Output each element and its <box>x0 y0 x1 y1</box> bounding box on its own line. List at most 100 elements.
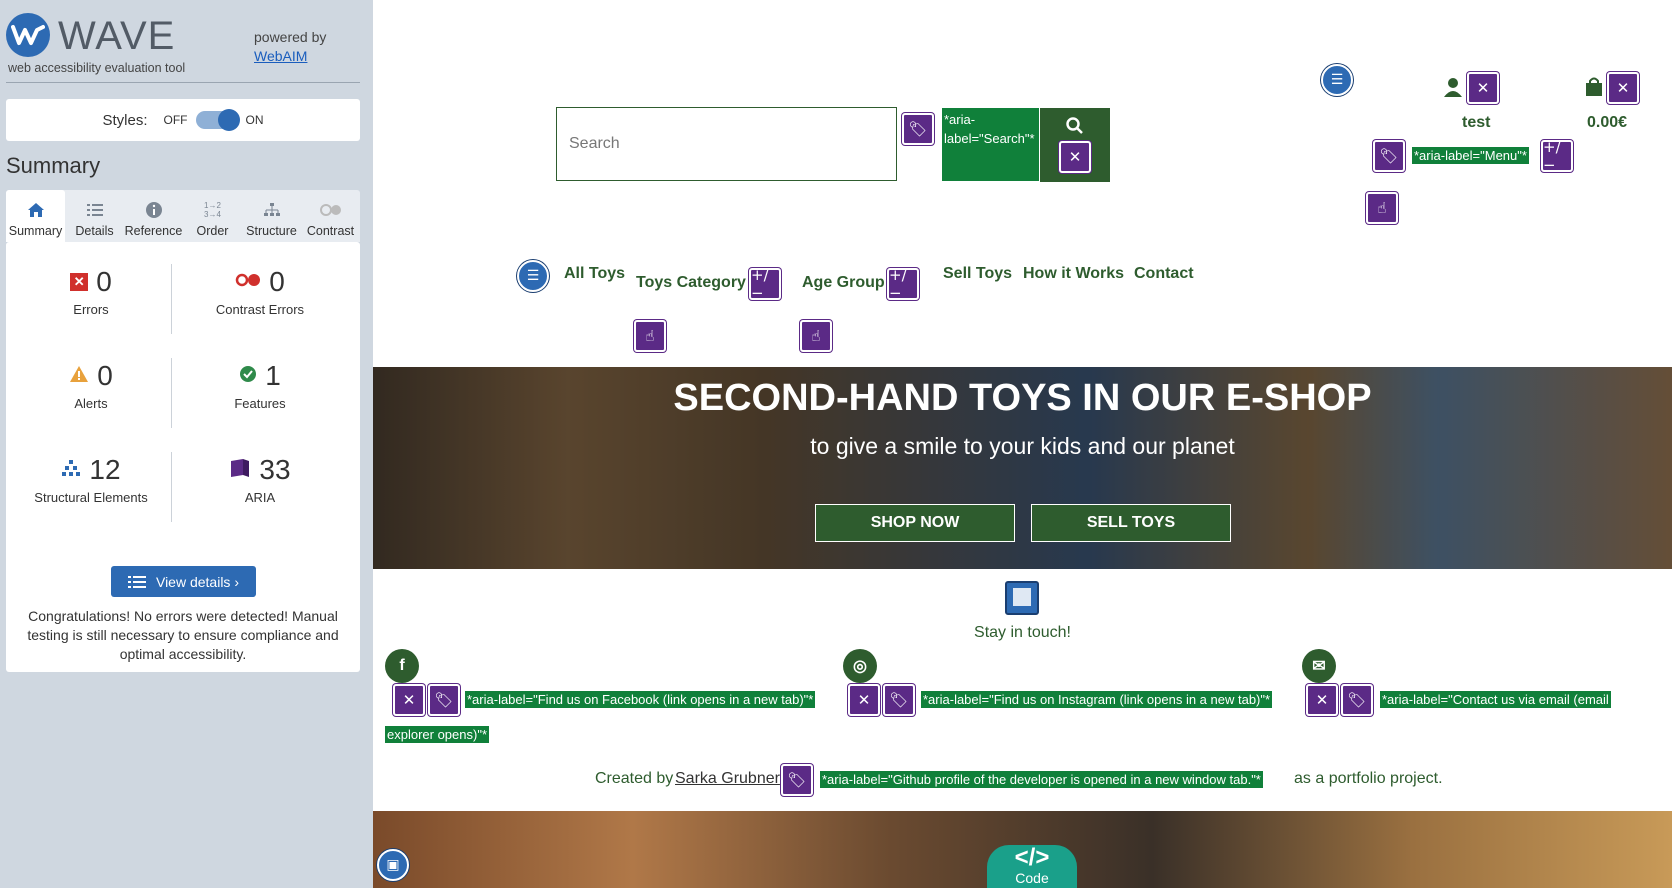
search-button[interactable]: ✕ <box>1040 108 1110 182</box>
aria-expanded-icon: +/− <box>887 266 919 302</box>
code-toggle-button[interactable]: </> Code <box>987 845 1077 888</box>
summary-stats-panel: ✕ 0 Errors 0 Contrast Errors 0 Alerts 1 F… <box>6 242 360 672</box>
tab-details-label: Details <box>75 224 114 238</box>
aria-menu-button-icon[interactable]: ☝ <box>1366 192 1398 224</box>
styles-label: Styles: <box>102 111 148 129</box>
hero-banner: SECOND-HAND TOYS IN OUR E-SHOP to give a… <box>373 367 1672 569</box>
divider <box>171 264 172 334</box>
divider <box>171 358 172 428</box>
instagram-icon[interactable]: ◎ <box>843 649 877 683</box>
features-label: Features <box>234 396 286 411</box>
code-label: Code <box>1015 870 1049 886</box>
search-input[interactable]: Search <box>556 107 897 181</box>
aria-menu-button-icon[interactable]: ☝ <box>634 320 666 352</box>
aria-label-email-continued: explorer opens)"* <box>385 726 490 743</box>
tab-order[interactable]: 1→2 3→4 Order <box>183 190 242 242</box>
nav-toys-category[interactable]: Toys Category <box>636 274 746 292</box>
author-link[interactable]: Sarka Grubner <box>675 770 780 788</box>
home-icon <box>27 198 45 222</box>
tab-structure-label: Structure <box>246 224 297 238</box>
aria-tag-icon: 🏷 <box>1341 684 1373 716</box>
region-icon: ▣ <box>377 849 409 881</box>
tab-order-label: Order <box>196 224 229 238</box>
stat-errors[interactable]: ✕ 0 Errors <box>11 264 171 317</box>
sell-toys-button[interactable]: SELL TOYS <box>1031 504 1231 542</box>
stat-alerts[interactable]: 0 Alerts <box>11 358 171 411</box>
nav-list-icon: ☰ <box>517 260 549 292</box>
aria-tag-icon: 🏷 <box>883 684 915 716</box>
contrast-error-icon <box>235 273 261 292</box>
aria-expanded-icon: +/− <box>749 266 781 302</box>
styles-toggle-panel: Styles: OFF ON <box>6 99 360 141</box>
list-icon <box>127 575 146 588</box>
stat-structural[interactable]: 12 Structural Elements <box>11 452 171 505</box>
view-details-label: View details › <box>155 573 239 590</box>
nav-sell-toys[interactable]: Sell Toys <box>943 265 1012 283</box>
aria-label-instagram: *aria-label="Find us on Instagram (link … <box>921 691 1273 708</box>
aria-tag-icon: 🏷 <box>1373 140 1405 172</box>
stay-in-touch: Stay in touch! <box>974 624 1071 641</box>
webaim-link[interactable]: WebAIM <box>254 48 307 64</box>
nav-age-group[interactable]: Age Group <box>802 274 885 292</box>
alerts-count: 0 <box>97 360 113 391</box>
tab-contrast[interactable]: Contrast <box>301 190 360 242</box>
powered-by-label: powered by <box>254 29 327 45</box>
nav-how-it-works[interactable]: How it Works <box>1023 265 1124 283</box>
wave-sidebar: WAVE web accessibility evaluation tool p… <box>0 0 373 888</box>
hero-title: SECOND-HAND TOYS IN OUR E-SHOP <box>673 377 1372 419</box>
alert-icon <box>69 365 89 388</box>
features-count: 1 <box>265 360 281 391</box>
structural-label: Structural Elements <box>34 490 148 505</box>
wave-logo-text: WAVE <box>58 14 176 58</box>
tab-reference[interactable]: Reference <box>124 190 183 242</box>
aria-label: ARIA <box>244 490 276 505</box>
aria-tag-icon: 🏷 <box>781 764 813 796</box>
stat-features[interactable]: 1 Features <box>180 358 340 411</box>
aria-label-search: *aria-label="Search"* <box>942 108 1039 181</box>
view-details-button[interactable]: View details › <box>111 566 256 597</box>
divider <box>6 82 360 83</box>
landmark-inner <box>1013 588 1031 606</box>
aria-error-icon: ✕ <box>1059 141 1091 173</box>
aria-label-menu: *aria-label="Menu"* <box>1412 147 1529 164</box>
info-icon <box>145 198 163 222</box>
stat-contrast-errors[interactable]: 0 Contrast Errors <box>180 264 340 317</box>
structure-icon <box>263 198 281 222</box>
wave-tabs: Summary Details Reference 1→2 3→4 Order S… <box>6 190 360 242</box>
stat-aria[interactable]: 33 ARIA <box>180 452 340 505</box>
wave-logo-subtitle: web accessibility evaluation tool <box>8 61 186 75</box>
aria-error-icon: ✕ <box>1467 72 1499 104</box>
toggle-knob[interactable] <box>217 109 240 131</box>
aria-icon <box>229 457 251 484</box>
tab-reference-label: Reference <box>124 224 183 238</box>
nav-contact[interactable]: Contact <box>1134 265 1194 283</box>
aria-label-facebook: *aria-label="Find us on Facebook (link o… <box>465 691 816 708</box>
tab-structure[interactable]: Structure <box>242 190 301 242</box>
contrast-count: 0 <box>269 266 285 297</box>
aria-expanded-icon: +/− <box>1541 138 1573 174</box>
hero-subtitle: to give a smile to your kids and our pla… <box>810 433 1235 459</box>
aria-tag-icon: 🏷 <box>428 684 460 716</box>
tab-contrast-label: Contrast <box>306 224 355 238</box>
email-icon[interactable]: ✉ <box>1302 649 1336 683</box>
list-icon <box>86 198 104 222</box>
aria-label-github: *aria-label="Github profile of the devel… <box>820 771 1263 788</box>
aria-menu-button-icon[interactable]: ☝ <box>800 320 832 352</box>
shop-now-button[interactable]: SHOP NOW <box>815 504 1015 542</box>
styles-toggle[interactable] <box>195 109 240 131</box>
user-icon <box>1444 78 1462 97</box>
code-icon: </> <box>1014 844 1050 871</box>
cart-total: 0.00€ <box>1587 114 1628 131</box>
created-by: Created by <box>595 770 674 787</box>
nav-all-toys[interactable]: All Toys <box>564 265 625 283</box>
aria-error-icon: ✕ <box>848 684 880 716</box>
styles-on-label: ON <box>245 113 264 127</box>
alerts-label: Alerts <box>74 396 108 411</box>
tab-summary[interactable]: Summary <box>6 190 65 242</box>
errors-label: Errors <box>73 302 109 317</box>
tab-details[interactable]: Details <box>65 190 124 242</box>
facebook-icon[interactable]: f <box>385 649 419 683</box>
congrats-message: Congratulations! No errors were detected… <box>27 608 339 662</box>
website-content: Search 🏷 *aria-label="Search"* ✕ ☰ ✕ tes… <box>373 0 1672 888</box>
portfolio-text: as a portfolio project. <box>1294 770 1443 787</box>
